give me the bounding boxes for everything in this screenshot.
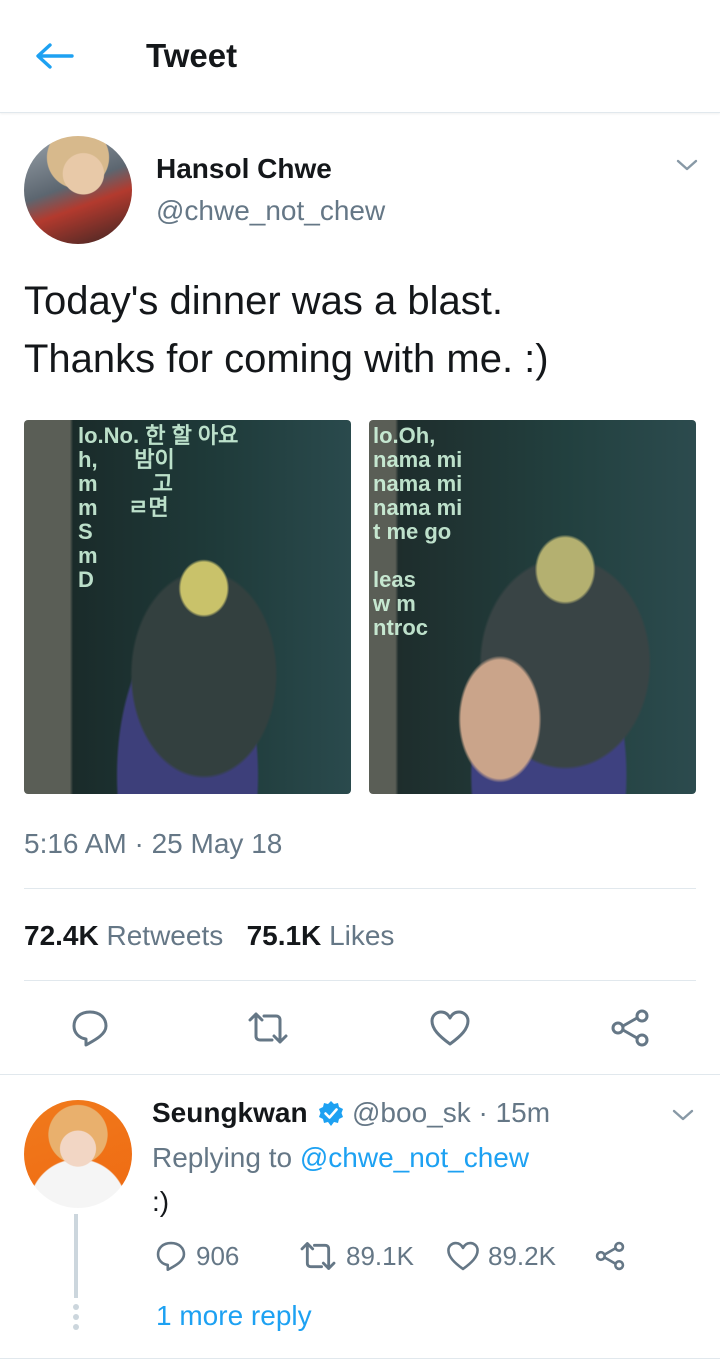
reply-like-count: 89.2K — [488, 1240, 556, 1271]
replying-to: Replying to @chwe_not_chew — [152, 1140, 529, 1176]
divider — [24, 888, 696, 889]
retweet-button[interactable] — [246, 1006, 290, 1050]
reply-retweet-count: 89.1K — [346, 1240, 414, 1271]
back-button[interactable] — [30, 36, 78, 76]
tweet-text-line-2: Thanks for coming with me. :) — [24, 337, 549, 381]
tweet-menu-button[interactable] — [672, 150, 702, 180]
chevron-down-icon — [676, 159, 698, 171]
page-title: Tweet — [146, 37, 238, 74]
reply-time: · 15m — [478, 1097, 551, 1128]
replying-prefix: Replying to — [152, 1142, 293, 1173]
heart-icon — [430, 1010, 470, 1046]
retweet-icon — [300, 1242, 336, 1270]
divider — [24, 980, 696, 981]
reply-author-avatar[interactable] — [24, 1100, 132, 1208]
reply-icon — [72, 1010, 108, 1047]
like-count: 75.1K — [246, 920, 322, 951]
divider — [0, 1358, 720, 1359]
top-app-bar — [0, 0, 720, 113]
reply-share-button[interactable] — [594, 1238, 626, 1274]
share-icon — [595, 1241, 625, 1271]
share-icon — [611, 1009, 649, 1047]
tweet-timestamp: 5:16 AM · 25 May 18 — [24, 828, 283, 859]
reply-text: :) — [152, 1186, 170, 1217]
tweet-stats: 72.4K Retweets 75.1K Likes — [24, 918, 394, 954]
retweet-label: Retweets — [106, 920, 224, 951]
tweet-text-line-1: Today's dinner was a blast. — [24, 279, 504, 323]
retweet-icon — [248, 1012, 288, 1044]
chevron-down-icon — [672, 1109, 694, 1121]
photo-1-text: lo.No. 한 할 아요 h, 밤이 m 고 m ㄹ면 S m D — [78, 423, 239, 592]
more-replies-link[interactable]: 1 more reply — [156, 1298, 312, 1334]
thread-line — [74, 1214, 78, 1298]
author-avatar[interactable] — [24, 136, 132, 244]
author-name[interactable]: Hansol Chwe — [156, 152, 332, 186]
photo-2-text: lo.Oh, nama mi nama mi nama mi t me go l… — [373, 423, 463, 640]
author-handle[interactable]: @chwe_not_chew — [156, 194, 385, 228]
retweet-count: 72.4K — [24, 920, 99, 951]
reply-icon — [156, 1241, 186, 1272]
reply-retweet-button[interactable]: 89.1K — [298, 1238, 414, 1274]
reply-menu-button[interactable] — [668, 1100, 698, 1130]
thread-dot — [73, 1304, 79, 1310]
replying-to-handle-link[interactable]: @chwe_not_chew — [300, 1142, 529, 1173]
reply-like-button[interactable]: 89.2K — [446, 1238, 556, 1274]
retweets-stat[interactable]: 72.4K Retweets — [24, 920, 223, 951]
arrow-left-icon — [36, 43, 74, 69]
likes-stat[interactable]: 75.1K Likes — [247, 920, 395, 951]
reply-author-name[interactable]: Seungkwan — [152, 1096, 308, 1130]
verified-icon — [319, 1101, 343, 1126]
tweet-photo-1[interactable]: lo.No. 한 할 아요 h, 밤이 m 고 m ㄹ면 S m D — [24, 420, 351, 794]
heart-icon — [447, 1241, 479, 1271]
reply-reply-button[interactable]: 906 — [154, 1238, 239, 1274]
thread-dot — [73, 1314, 79, 1320]
divider — [0, 1074, 720, 1075]
reply-button[interactable] — [68, 1006, 112, 1050]
like-button[interactable] — [428, 1006, 472, 1050]
thread-dot — [73, 1324, 79, 1330]
tweet-text: Today's dinner was a blast. Thanks for c… — [24, 272, 696, 388]
like-label: Likes — [329, 920, 395, 951]
verified-badge — [316, 1099, 346, 1129]
share-button[interactable] — [608, 1006, 652, 1050]
reply-meta: @boo_sk · 15m — [352, 1096, 550, 1130]
tweet-photo-2[interactable]: lo.Oh, nama mi nama mi nama mi t me go l… — [369, 420, 696, 794]
reply-reply-count: 906 — [196, 1240, 240, 1271]
reply-author-handle[interactable]: @boo_sk — [352, 1097, 471, 1128]
